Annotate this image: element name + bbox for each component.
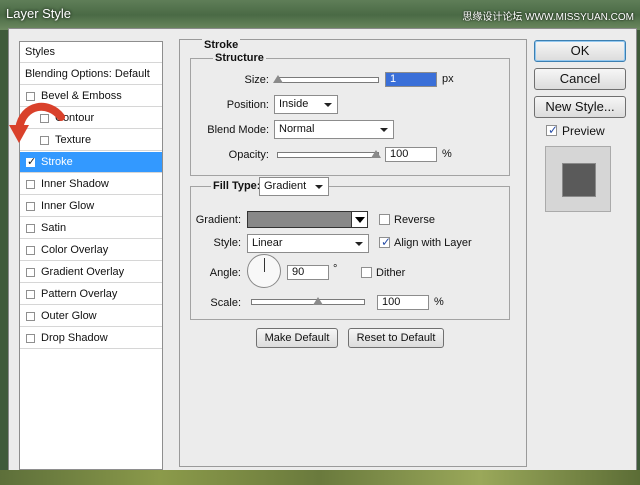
annotation-arrow-icon: [9, 102, 65, 143]
scale-slider[interactable]: [251, 299, 365, 305]
window-titlebar: Layer Style 思缘设计论坛 WWW.MISSYUAN.COM: [0, 0, 640, 28]
position-label: Position:: [226, 99, 269, 111]
preview-swatch: [545, 146, 611, 212]
scale-input[interactable]: 100: [377, 295, 429, 310]
style-item-inner-shadow[interactable]: Inner Shadow: [20, 174, 162, 195]
pattern-overlay-checkbox[interactable]: [26, 289, 35, 299]
chevron-down-icon: [315, 185, 323, 189]
gradient-style-select[interactable]: Linear: [247, 234, 369, 253]
inner-glow-checkbox[interactable]: [26, 201, 35, 211]
stroke-panel: Stroke Structure Size: 1 px Position: In…: [179, 39, 527, 467]
filltype-label: Fill Type:: [211, 180, 263, 192]
scale-unit: %: [434, 296, 444, 308]
make-default-button[interactable]: Make Default: [256, 328, 338, 348]
ok-button[interactable]: OK: [534, 40, 626, 62]
structure-title: Structure: [213, 52, 266, 64]
style-item-drop-shadow[interactable]: Drop Shadow: [20, 328, 162, 349]
style-item-pattern-overlay[interactable]: Pattern Overlay: [20, 284, 162, 305]
drop-shadow-checkbox[interactable]: [26, 333, 35, 343]
size-slider-thumb[interactable]: [273, 75, 283, 83]
layer-style-dialog: Styles Blending Options: Default Bevel &…: [8, 28, 637, 472]
watermark-text: 思缘设计论坛 WWW.MISSYUAN.COM: [462, 12, 634, 23]
scale-label: Scale:: [210, 297, 241, 309]
size-slider[interactable]: [277, 77, 379, 83]
inner-shadow-checkbox[interactable]: [26, 179, 35, 189]
fill-group: Fill Type: Gradient Gradient: Reverse St…: [190, 177, 510, 320]
stroke-section-title: Stroke: [202, 39, 241, 51]
angle-dial[interactable]: [247, 254, 281, 288]
style-label: Style:: [213, 237, 241, 249]
blend-mode-label: Blend Mode:: [207, 124, 269, 136]
preview-label: Preview: [562, 124, 605, 138]
opacity-label: Opacity:: [228, 149, 269, 161]
preview-swatch-square: [562, 163, 596, 197]
opacity-input[interactable]: 100: [385, 147, 437, 162]
angle-input[interactable]: 90: [287, 265, 329, 280]
dither-checkbox[interactable]: [361, 267, 372, 278]
style-item-outer-glow[interactable]: Outer Glow: [20, 306, 162, 327]
style-item-satin[interactable]: Satin: [20, 218, 162, 239]
new-style-button[interactable]: New Style...: [534, 96, 626, 118]
reverse-checkbox[interactable]: [379, 214, 390, 225]
reverse-label: Reverse: [394, 214, 435, 226]
position-select[interactable]: Inside: [274, 95, 338, 114]
chevron-down-icon: [355, 242, 363, 246]
style-item-gradient-overlay[interactable]: Gradient Overlay: [20, 262, 162, 283]
filltype-select[interactable]: Gradient: [259, 177, 329, 196]
style-item-color-overlay[interactable]: Color Overlay: [20, 240, 162, 261]
blend-mode-select[interactable]: Normal: [274, 120, 394, 139]
opacity-unit: %: [442, 148, 452, 160]
gradient-dropdown-icon[interactable]: [351, 211, 368, 228]
align-with-layer-label: Align with Layer: [394, 237, 472, 249]
chevron-down-icon: [324, 103, 332, 107]
align-with-layer-checkbox[interactable]: [379, 235, 391, 249]
size-input[interactable]: 1: [385, 72, 437, 87]
dither-label: Dither: [376, 267, 406, 279]
gradient-label: Gradient:: [195, 214, 241, 226]
opacity-slider-thumb[interactable]: [371, 150, 381, 158]
style-item-inner-glow[interactable]: Inner Glow: [20, 196, 162, 217]
gradient-preview[interactable]: [247, 211, 353, 228]
cancel-button[interactable]: Cancel: [534, 68, 626, 90]
chevron-down-icon: [380, 128, 388, 132]
reset-to-default-button[interactable]: Reset to Default: [348, 328, 444, 348]
angle-label: Angle:: [209, 267, 241, 279]
color-overlay-checkbox[interactable]: [26, 245, 35, 255]
angle-unit: °: [333, 263, 338, 275]
opacity-slider[interactable]: [277, 152, 379, 158]
outer-glow-checkbox[interactable]: [26, 311, 35, 321]
gradient-overlay-checkbox[interactable]: [26, 267, 35, 277]
blending-options-item[interactable]: Blending Options: Default: [20, 64, 162, 85]
structure-group: Structure Size: 1 px Position: Inside Bl…: [190, 52, 510, 176]
satin-checkbox[interactable]: [26, 223, 35, 233]
preview-checkbox[interactable]: [546, 123, 558, 137]
scale-slider-thumb[interactable]: [313, 297, 323, 305]
size-label: Size:: [244, 74, 269, 86]
styles-header[interactable]: Styles: [20, 42, 162, 63]
size-unit: px: [442, 73, 454, 85]
desktop-background-bottom: [0, 470, 640, 485]
window-title: Layer Style: [6, 6, 72, 21]
